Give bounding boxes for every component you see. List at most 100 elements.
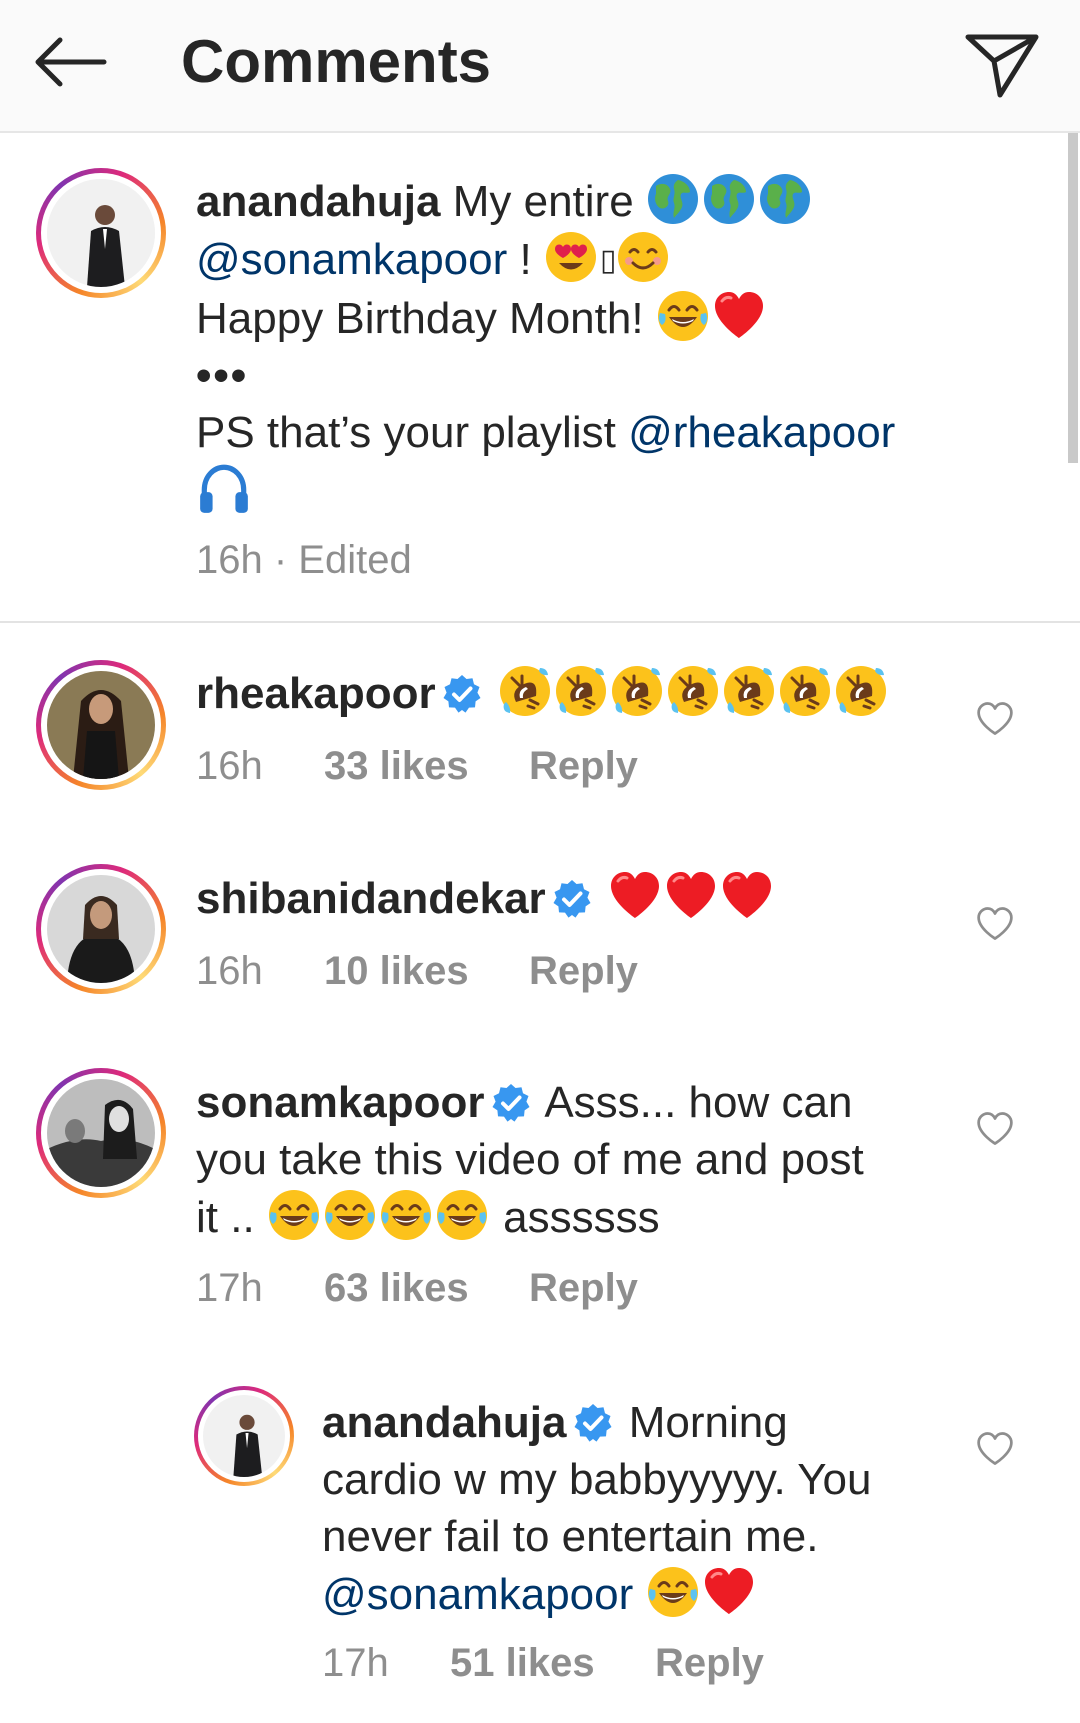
like-button[interactable]	[973, 697, 1017, 741]
likes-count[interactable]: 33 likes	[324, 740, 529, 792]
heart-eyes-emoji-icon	[544, 230, 598, 284]
mention-link[interactable]: @sonamkapoor	[322, 1570, 633, 1619]
heart-outline-icon	[975, 1429, 1015, 1469]
verified-badge-icon	[573, 1403, 613, 1443]
verified-badge-icon	[552, 879, 592, 919]
avatar-photo	[47, 671, 155, 779]
heart-outline-icon	[975, 699, 1015, 739]
comment-meta: 16h 10 likes Reply	[196, 945, 638, 997]
globe-emoji-icon	[702, 172, 756, 226]
caption-line3: Happy Birthday Month!	[196, 294, 656, 343]
likes-count[interactable]: 10 likes	[324, 945, 529, 997]
joy-emoji-icon	[267, 1188, 321, 1242]
reply-line2: cardio w my babbyyyyy. You	[322, 1455, 872, 1504]
share-button[interactable]	[960, 22, 1044, 106]
verified-badge-icon	[442, 674, 482, 714]
red-heart-emoji-icon	[712, 289, 766, 343]
caption-line1: My entire	[440, 177, 646, 226]
rofl-emoji-icon	[610, 664, 664, 718]
comment-line1: Asss... how can	[534, 1078, 853, 1127]
comment-time: 16h	[196, 949, 263, 993]
globe-emoji-icon	[646, 172, 700, 226]
red-heart-emoji-icon	[720, 869, 774, 923]
mention-link[interactable]: @rheakapoor	[628, 408, 895, 457]
mention-link[interactable]: @sonamkapoor	[196, 235, 507, 284]
comment-time: 17h	[196, 1266, 263, 1310]
back-button[interactable]	[30, 24, 110, 100]
avatar[interactable]	[194, 1386, 294, 1486]
rofl-emoji-icon	[722, 664, 776, 718]
comment-text: sonamkapoor Asss... how can you take thi…	[196, 1074, 956, 1246]
like-button[interactable]	[973, 1427, 1017, 1471]
caption-username[interactable]: anandahuja	[196, 177, 441, 226]
avatar[interactable]	[36, 864, 166, 994]
comment-meta: 17h 63 likes Reply	[196, 1262, 638, 1314]
joy-emoji-icon	[646, 1565, 700, 1619]
page-title: Comments	[181, 28, 492, 95]
caption-time: 16h	[196, 538, 263, 582]
arrow-left-icon	[35, 37, 107, 87]
reply-text: anandahuja Morning cardio w my babbyyyyy…	[322, 1394, 962, 1623]
reply-button[interactable]: Reply	[529, 740, 638, 792]
reply-button[interactable]: Reply	[529, 1262, 638, 1314]
scrollbar[interactable]	[1068, 133, 1078, 463]
reply-username[interactable]: anandahuja	[322, 1398, 567, 1447]
rofl-emoji-icon	[498, 664, 552, 718]
caption-line2: !	[507, 235, 544, 284]
joy-emoji-icon	[656, 289, 710, 343]
reply-button[interactable]: Reply	[655, 1637, 764, 1689]
red-heart-emoji-icon	[664, 869, 718, 923]
comment-username[interactable]: sonamkapoor	[196, 1078, 485, 1127]
heart-outline-icon	[975, 904, 1015, 944]
comment-username[interactable]: rheakapoor	[196, 669, 436, 718]
avatar[interactable]	[36, 1068, 166, 1198]
joy-emoji-icon	[435, 1188, 489, 1242]
comment-line3-end: assssss	[490, 1193, 660, 1242]
avatar[interactable]	[36, 660, 166, 790]
verified-badge-icon	[491, 1083, 531, 1123]
divider	[0, 621, 1080, 623]
edited-label: Edited	[298, 538, 412, 582]
reply-meta: 17h 51 likes Reply	[322, 1637, 764, 1689]
like-button[interactable]	[973, 902, 1017, 946]
globe-emoji-icon	[758, 172, 812, 226]
like-button[interactable]	[973, 1107, 1017, 1151]
paper-plane-icon	[965, 34, 1039, 98]
rofl-emoji-icon	[666, 664, 720, 718]
rofl-emoji-icon	[778, 664, 832, 718]
comment-line3-start: it ..	[196, 1193, 267, 1242]
red-heart-emoji-icon	[702, 1565, 756, 1619]
missing-glyph: ▯	[599, 244, 617, 277]
comment-text: rheakapoor	[196, 664, 890, 722]
comment-line2: you take this video of me and post	[196, 1135, 864, 1184]
caption-meta: 16h · Edited	[196, 534, 412, 586]
header-bar: Comments	[0, 0, 1080, 133]
rofl-emoji-icon	[834, 664, 888, 718]
comment-meta: 16h 33 likes Reply	[196, 740, 638, 792]
comment-username[interactable]: shibanidandekar	[196, 874, 546, 923]
headphones-emoji-icon	[196, 461, 252, 517]
reply-time: 17h	[322, 1641, 389, 1685]
comment-time: 16h	[196, 744, 263, 788]
caption-ellipsis: •••	[196, 351, 249, 400]
rofl-emoji-icon	[554, 664, 608, 718]
joy-emoji-icon	[323, 1188, 377, 1242]
likes-count[interactable]: 51 likes	[450, 1637, 655, 1689]
comment-text: shibanidandekar	[196, 869, 776, 927]
red-heart-emoji-icon	[608, 869, 662, 923]
joy-emoji-icon	[379, 1188, 433, 1242]
avatar-photo	[47, 179, 155, 287]
avatar-photo	[47, 1079, 155, 1187]
meta-separator: ·	[262, 538, 299, 582]
caption-text: anandahuja My entire @sonamkapoor ! ▯ Ha…	[196, 172, 976, 521]
avatar-photo	[47, 875, 155, 983]
likes-count[interactable]: 63 likes	[324, 1262, 529, 1314]
avatar-photo	[203, 1395, 285, 1477]
reply-button[interactable]: Reply	[529, 945, 638, 997]
avatar[interactable]	[36, 168, 166, 298]
reply-line3: never fail to entertain me.	[322, 1512, 819, 1561]
smile-emoji-icon	[616, 230, 670, 284]
heart-outline-icon	[975, 1109, 1015, 1149]
reply-line1: Morning	[616, 1398, 788, 1447]
caption-line5: PS that’s your playlist	[196, 408, 629, 457]
